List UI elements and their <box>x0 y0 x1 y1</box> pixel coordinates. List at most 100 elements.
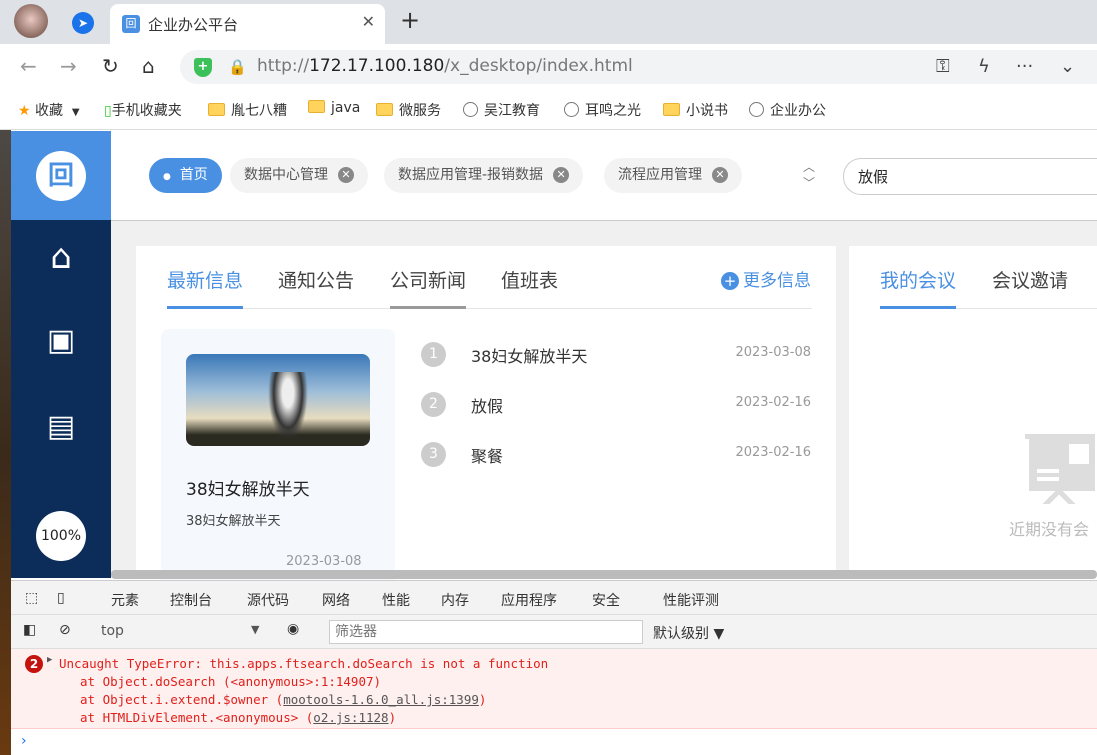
url-field[interactable]: + 🔒 http://172.17.100.180/x_desktop/inde… <box>180 50 1097 84</box>
back-icon[interactable]: ← <box>20 54 37 78</box>
devtools-tab[interactable]: 网络 <box>322 590 350 610</box>
devtools-tab[interactable]: 应用程序 <box>501 590 557 610</box>
bookmark-link[interactable]: 吴江教育 <box>463 100 540 120</box>
zoom-level[interactable]: 100% <box>36 511 86 561</box>
devtools-tab[interactable]: 元素 <box>111 590 139 610</box>
bookmark-folder[interactable]: 小说书 <box>663 100 728 120</box>
devtools-tab[interactable]: 源代码 <box>247 590 289 610</box>
key-icon[interactable]: ⚿ <box>936 56 950 77</box>
bookmark-link[interactable]: 企业办公 <box>749 100 826 120</box>
context-select[interactable]: top <box>101 623 124 639</box>
list-item[interactable]: 3 聚餐 2023-02-16 <box>421 442 811 468</box>
close-icon[interactable]: ✕ <box>553 167 570 183</box>
tab-company-news[interactable]: 公司新闻 <box>390 266 467 309</box>
filter-input[interactable] <box>329 620 643 644</box>
tab-meeting-invites[interactable]: 会议邀请 <box>992 266 1068 309</box>
url-text[interactable]: http://172.17.100.180/x_desktop/index.ht… <box>257 56 633 76</box>
favicon-icon: 回 <box>122 15 140 33</box>
clear-console-icon[interactable]: ⊘ <box>59 622 71 638</box>
presentation-board-icon <box>1025 434 1095 504</box>
devtools-tab[interactable]: 内存 <box>441 590 469 610</box>
address-bar-row: ← → ↻ ⌂ + 🔒 http://172.17.100.180/x_desk… <box>0 44 1097 90</box>
lightning-icon[interactable]: ϟ <box>978 56 990 77</box>
devtools-tab[interactable]: 安全 <box>592 590 620 610</box>
husky-image <box>268 372 308 442</box>
more-icon[interactable]: ··· <box>1016 56 1033 77</box>
item-title[interactable]: 38妇女解放半天 <box>471 343 587 367</box>
news-icon[interactable]: ▤ <box>41 409 81 444</box>
horizontal-scrollbar[interactable] <box>111 570 1097 579</box>
sidebar-toggle-icon[interactable]: ◧ <box>23 622 36 638</box>
stack-line: at Object.doSearch (<anonymous>:1:14907) <box>80 674 382 689</box>
eye-icon[interactable]: ◉ <box>287 621 299 637</box>
dropdown-icon[interactable]: ▼ <box>72 107 80 118</box>
close-icon[interactable]: ✕ <box>712 167 728 183</box>
featured-title[interactable]: 38妇女解放半天 <box>186 475 310 500</box>
tab-home[interactable]: ● 首页 <box>149 158 222 193</box>
user-monitor-icon[interactable]: ▣ <box>41 323 81 358</box>
search-input[interactable] <box>843 158 1097 195</box>
app-logo-icon[interactable]: 回 <box>36 151 86 201</box>
tab-latest[interactable]: 最新信息 <box>167 266 244 309</box>
featured-date: 2023-03-08 <box>286 554 362 569</box>
tab-data-center[interactable]: 数据中心管理 ✕ <box>230 158 368 193</box>
expand-icon[interactable]: ▶ <box>47 655 52 665</box>
browser-tab-strip: ➤ 回 企业办公平台 ✕ + <box>0 0 1097 44</box>
stack-line: at HTMLDivElement.<anonymous> (o2.js:112… <box>80 710 397 725</box>
shield-icon[interactable]: + <box>194 58 212 77</box>
context-dropdown-icon[interactable]: ▼ <box>251 623 259 636</box>
bookmark-mobile[interactable]: ▯手机收藏夹 <box>104 100 182 120</box>
tab-notices[interactable]: 通知公告 <box>278 266 354 309</box>
folder-icon <box>663 103 680 116</box>
item-title[interactable]: 聚餐 <box>471 443 503 467</box>
browser-tab-active[interactable]: 回 企业办公平台 ✕ <box>110 4 385 44</box>
bookmark-link[interactable]: 耳鸣之光 <box>564 100 641 120</box>
stack-line: at Object.i.extend.$owner (mootools-1.6.… <box>80 692 487 707</box>
bookmark-favorites[interactable]: ★ 收藏 ▼ <box>18 100 80 120</box>
dot-icon: ● <box>163 172 171 182</box>
source-link[interactable]: o2.js:1128 <box>313 710 388 725</box>
globe-icon <box>463 102 478 117</box>
meeting-card: 我的会议 会议邀请 近期没有会 <box>849 246 1097 586</box>
featured-news[interactable]: 38妇女解放半天 38妇女解放半天 2023-03-08 <box>161 329 395 589</box>
item-title[interactable]: 放假 <box>471 393 503 417</box>
bookmark-folder[interactable]: 微服务 <box>376 100 441 120</box>
list-item[interactable]: 2 放假 2023-02-16 <box>421 392 811 418</box>
devtools-tab[interactable]: 性能评测 <box>663 590 719 610</box>
home-icon[interactable]: ⌂ <box>41 237 81 277</box>
tab-my-meetings[interactable]: 我的会议 <box>880 266 957 309</box>
chevron-down-icon[interactable]: ⌄ <box>1060 56 1075 77</box>
new-tab-button[interactable]: + <box>400 6 420 34</box>
close-tab-icon[interactable]: ✕ <box>362 12 375 31</box>
item-number: 2 <box>421 392 446 417</box>
devtools-tab[interactable]: 性能 <box>382 590 410 610</box>
insecure-lock-icon[interactable]: 🔒 <box>228 58 247 76</box>
more-info-link[interactable]: + 更多信息 <box>721 266 811 291</box>
devtools-panel: ⬚ ▯ 元素 控制台 源代码 网络 性能 内存 应用程序 安全 性能评测 ◧ ⊘… <box>11 580 1097 755</box>
navigation-arrow-icon[interactable]: ➤ <box>72 12 94 34</box>
tab-title: 企业办公平台 <box>148 16 239 34</box>
bookmark-folder[interactable]: 胤七八糟 <box>208 100 287 120</box>
console-prompt[interactable]: › <box>21 733 27 749</box>
log-level-select[interactable]: 默认级别 ▼ <box>653 623 724 643</box>
inspect-icon[interactable]: ⬚ <box>25 590 38 606</box>
list-item[interactable]: 1 38妇女解放半天 2023-03-08 <box>421 342 811 368</box>
forward-icon[interactable]: → <box>60 54 77 78</box>
globe-icon <box>749 102 764 117</box>
star-icon: ★ <box>18 103 31 119</box>
close-icon[interactable]: ✕ <box>338 167 354 183</box>
error-message[interactable]: Uncaught TypeError: this.apps.ftsearch.d… <box>59 656 548 671</box>
home-icon[interactable]: ⌂ <box>142 54 155 78</box>
devtools-tabbar: ⬚ ▯ 元素 控制台 源代码 网络 性能 内存 应用程序 安全 性能评测 <box>11 581 1097 619</box>
reload-icon[interactable]: ↻ <box>102 54 119 78</box>
console-toolbar: ◧ ⊘ top ▼ ◉ 默认级别 ▼ <box>11 615 1097 649</box>
tab-data-app[interactable]: 数据应用管理-报销数据 ✕ <box>384 158 584 193</box>
phone-icon: ▯ <box>104 103 112 119</box>
device-toggle-icon[interactable]: ▯ <box>57 590 65 606</box>
scroll-tabs-arrows[interactable]: ︿ ﹀ <box>803 159 815 191</box>
tab-process-app[interactable]: 流程应用管理 ✕ <box>604 158 742 193</box>
profile-avatar[interactable] <box>14 4 48 38</box>
tab-duty[interactable]: 值班表 <box>501 266 558 309</box>
source-link[interactable]: mootools-1.6.0_all.js:1399 <box>283 692 479 707</box>
bookmark-folder[interactable]: java <box>308 100 360 116</box>
